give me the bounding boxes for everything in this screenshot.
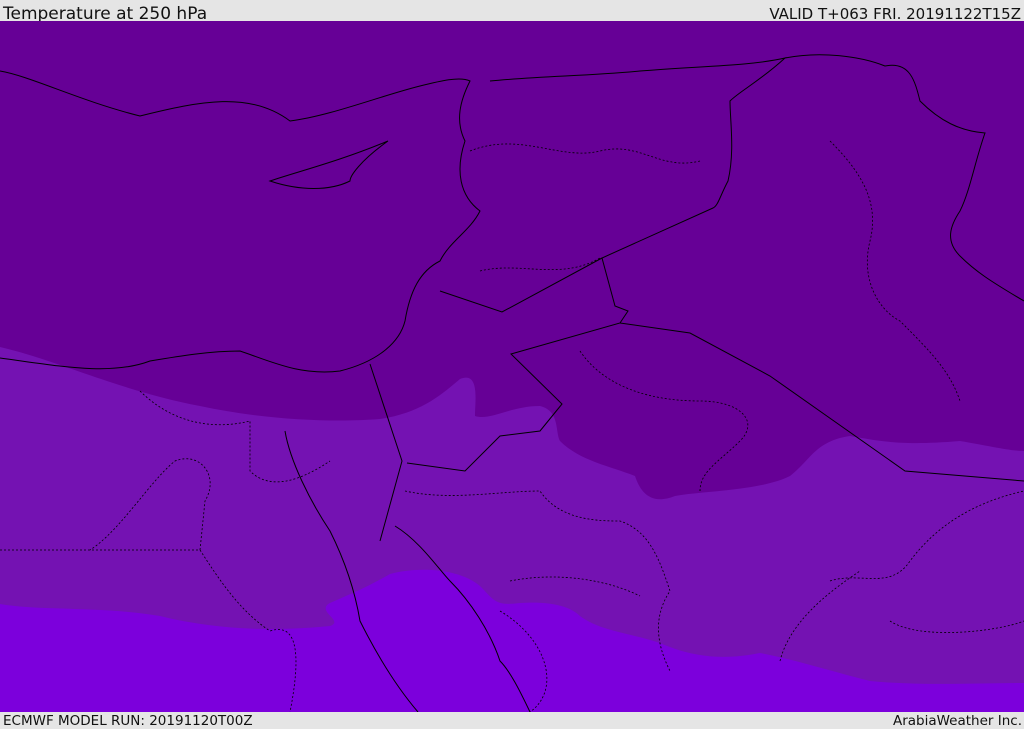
header-bar: Temperature at 250 hPa VALID T+063 FRI. …: [0, 0, 1024, 24]
footer-bar: ECMWF MODEL RUN: 20191120T00Z ArabiaWeat…: [0, 712, 1024, 729]
temperature-map: [0, 21, 1024, 712]
credit: ArabiaWeather Inc.: [892, 713, 1022, 729]
model-run: ECMWF MODEL RUN: 20191120T00Z: [3, 713, 253, 729]
